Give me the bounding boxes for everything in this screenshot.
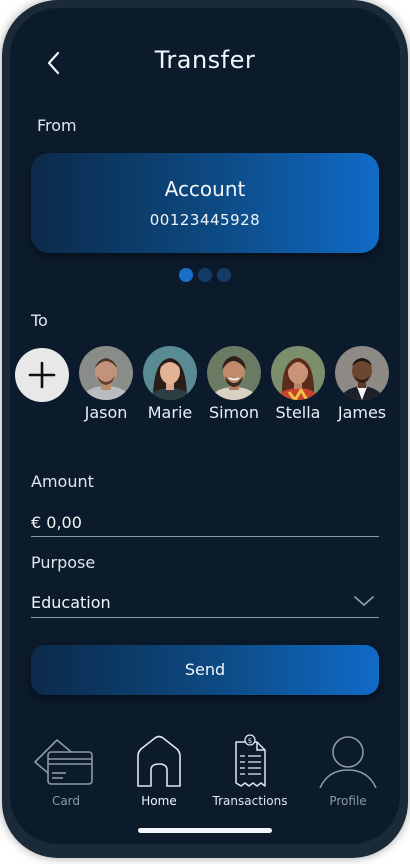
plus-icon: [28, 361, 56, 389]
avatar: [335, 346, 389, 400]
avatar: [79, 346, 133, 400]
pager-dot[interactable]: [179, 268, 193, 282]
nav-label: Card: [51, 794, 81, 808]
receipt-icon: $: [235, 734, 266, 787]
from-label: From: [37, 116, 77, 135]
avatar: [207, 346, 261, 400]
purpose-label: Purpose: [31, 553, 96, 572]
avatar: [271, 346, 325, 400]
nav-label: Home: [141, 794, 177, 808]
nav-item-transactions[interactable]: $ Transactions: [205, 730, 295, 810]
recipient-jason[interactable]: Jason: [74, 346, 138, 426]
pager-dot[interactable]: [198, 268, 212, 282]
profile-icon: [319, 736, 377, 788]
avatar: [143, 346, 197, 400]
send-button[interactable]: Send: [31, 645, 379, 695]
nav-item-card[interactable]: Card: [21, 730, 111, 810]
nav-item-home[interactable]: Home: [114, 730, 204, 810]
purpose-select[interactable]: Education: [31, 590, 379, 618]
nav-item-profile[interactable]: Profile: [303, 730, 393, 810]
recipient-simon[interactable]: Simon: [202, 346, 266, 426]
to-label: To: [31, 311, 48, 330]
card-icon: [34, 739, 93, 785]
home-icon: [137, 735, 181, 787]
recipient-james[interactable]: James: [330, 346, 394, 426]
purpose-value: Education: [31, 593, 111, 612]
account-card[interactable]: Account 00123445928: [31, 153, 379, 253]
screen: Transfer From Account 00123445928 To Jas…: [10, 8, 400, 844]
amount-input[interactable]: [31, 510, 379, 534]
home-indicator: [138, 828, 272, 833]
recipient-marie[interactable]: Marie: [138, 346, 202, 426]
amount-underline: [31, 536, 379, 537]
account-number: 00123445928: [149, 211, 261, 229]
recipient-list: Jason Marie Simon Stella James: [15, 346, 400, 426]
account-pager: [179, 268, 231, 282]
pager-dot[interactable]: [217, 268, 231, 282]
purpose-underline: [31, 617, 379, 618]
account-title: Account: [164, 177, 246, 201]
svg-text:$: $: [248, 737, 252, 745]
chevron-down-icon: [354, 596, 374, 606]
amount-label: Amount: [31, 472, 94, 491]
recipient-name: James: [337, 403, 387, 422]
recipient-stella[interactable]: Stella: [266, 346, 330, 426]
nav-label: Transactions: [212, 794, 288, 808]
page-title: Transfer: [154, 46, 256, 74]
nav-label: Profile: [329, 794, 367, 808]
add-recipient-button[interactable]: [15, 348, 69, 402]
